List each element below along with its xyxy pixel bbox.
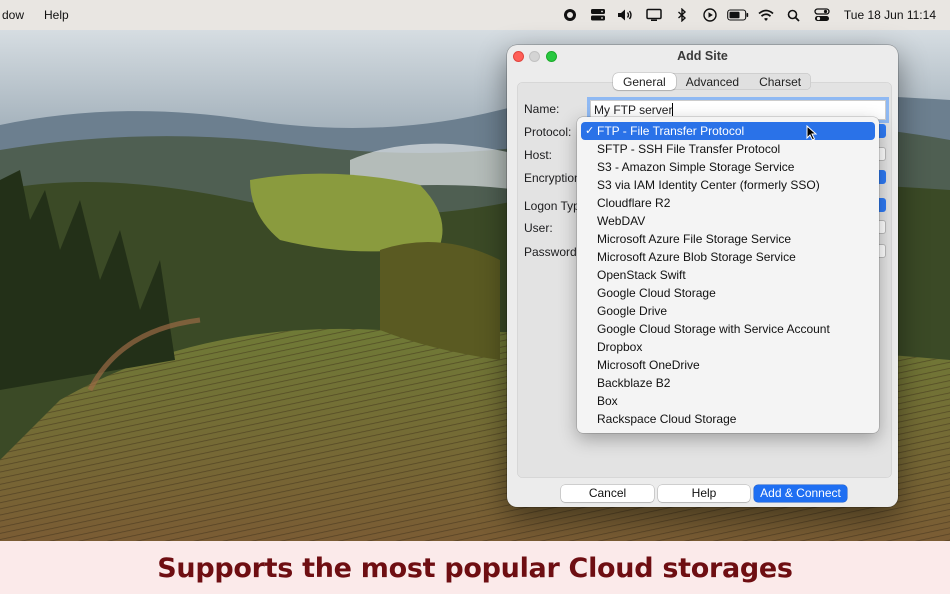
record-icon[interactable]: [556, 0, 584, 30]
protocol-option-sftp[interactable]: SFTP - SSH File Transfer Protocol: [577, 140, 879, 158]
name-label: Name:: [524, 102, 560, 116]
button-row: Cancel Help Add & Connect: [507, 485, 898, 502]
password-input-edge[interactable]: [878, 244, 886, 258]
user-label: User:: [524, 221, 553, 235]
battery-icon: [724, 0, 752, 30]
protocol-option-cloudflare-r2[interactable]: Cloudflare R2: [577, 194, 879, 212]
server-stack-icon[interactable]: [584, 0, 612, 30]
protocol-option-dropbox[interactable]: Dropbox: [577, 338, 879, 356]
protocol-option-s3[interactable]: S3 - Amazon Simple Storage Service: [577, 158, 879, 176]
wifi-icon[interactable]: [752, 0, 780, 30]
protocol-option-ftp[interactable]: ✓ FTP - File Transfer Protocol: [581, 122, 875, 140]
tab-advanced[interactable]: Advanced: [676, 73, 749, 90]
checkmark-icon: ✓: [585, 125, 595, 137]
add-connect-button[interactable]: Add & Connect: [754, 485, 847, 502]
promo-caption: Supports the most popular Cloud storages: [0, 541, 950, 594]
menu-bar: dow Help Tue 18 Jun 11:14: [0, 0, 950, 30]
control-center-icon[interactable]: [808, 0, 836, 30]
bluetooth-icon[interactable]: [668, 0, 696, 30]
protocol-dropdown-menu: ✓ FTP - File Transfer Protocol SFTP - SS…: [577, 117, 879, 433]
window-title: Add Site: [677, 49, 728, 63]
protocol-option-google-cloud-storage[interactable]: Google Cloud Storage: [577, 284, 879, 302]
protocol-label: Protocol:: [524, 125, 572, 139]
protocol-option-backblaze-b2[interactable]: Backblaze B2: [577, 374, 879, 392]
protocol-option-webdav[interactable]: WebDAV: [577, 212, 879, 230]
protocol-popup-arrow[interactable]: [878, 124, 886, 138]
protocol-option-onedrive[interactable]: Microsoft OneDrive: [577, 356, 879, 374]
logon-type-label: Logon Typ: [524, 199, 580, 213]
protocol-option-gcs-service-account[interactable]: Google Cloud Storage with Service Accoun…: [577, 320, 879, 338]
user-input-edge[interactable]: [878, 220, 886, 234]
cancel-button[interactable]: Cancel: [561, 485, 654, 502]
name-input-value: My FTP server: [594, 103, 673, 117]
protocol-option-box[interactable]: Box: [577, 392, 879, 410]
protocol-option-azure-blob[interactable]: Microsoft Azure Blob Storage Service: [577, 248, 879, 266]
tab-charset[interactable]: Charset: [749, 73, 811, 90]
protocol-option-azure-file[interactable]: Microsoft Azure File Storage Service: [577, 230, 879, 248]
menu-item-window[interactable]: dow: [2, 8, 24, 22]
menu-item-help[interactable]: Help: [44, 8, 69, 22]
text-caret: [672, 103, 674, 116]
protocol-option-rackspace[interactable]: Rackspace Cloud Storage: [577, 410, 879, 428]
protocol-option-google-drive[interactable]: Google Drive: [577, 302, 879, 320]
volume-icon[interactable]: [612, 0, 640, 30]
window-titlebar[interactable]: Add Site: [507, 45, 898, 67]
tab-bar: General Advanced Charset: [613, 73, 812, 90]
help-button[interactable]: Help: [658, 485, 750, 502]
protocol-option-s3-iam[interactable]: S3 via IAM Identity Center (formerly SSO…: [577, 176, 879, 194]
play-icon[interactable]: [696, 0, 724, 30]
tab-general[interactable]: General: [613, 73, 676, 90]
protocol-option-openstack-swift[interactable]: OpenStack Swift: [577, 266, 879, 284]
password-label: Password:: [524, 245, 581, 259]
search-icon[interactable]: [780, 0, 808, 30]
host-label: Host:: [524, 148, 553, 162]
mouse-pointer-icon: [806, 125, 817, 141]
protocol-option-label: FTP - File Transfer Protocol: [597, 124, 745, 138]
encryption-popup-arrow[interactable]: [878, 170, 886, 184]
display-icon[interactable]: [640, 0, 668, 30]
host-input-edge[interactable]: [878, 147, 886, 161]
encryption-label: Encryption: [524, 171, 581, 185]
logon-type-popup-arrow[interactable]: [878, 198, 886, 212]
menubar-clock[interactable]: Tue 18 Jun 11:14: [844, 8, 936, 22]
